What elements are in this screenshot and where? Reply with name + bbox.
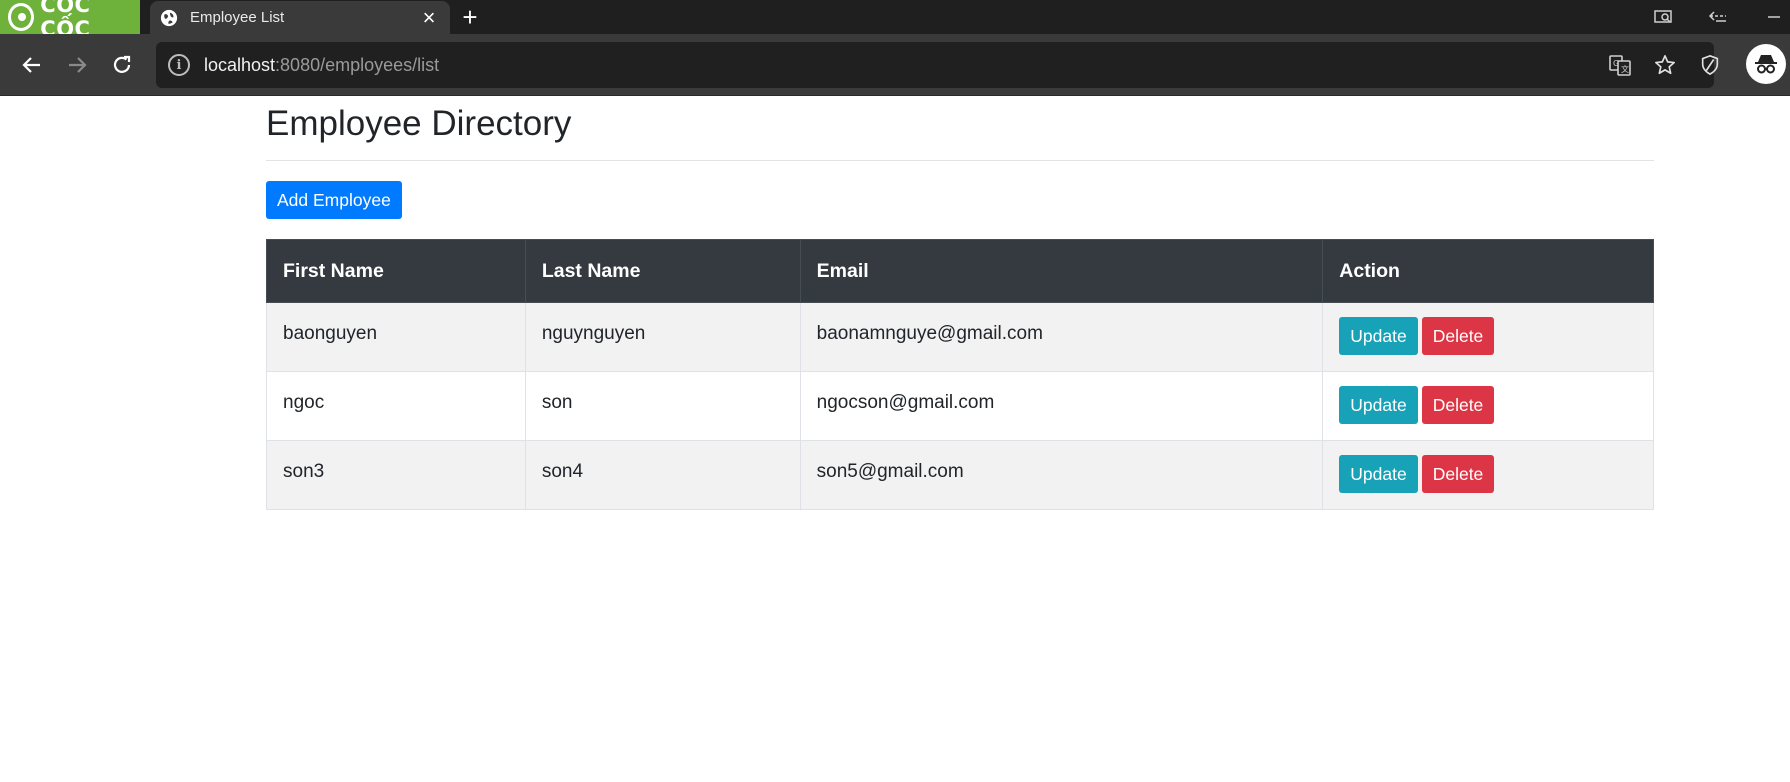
cell-action: Update Delete xyxy=(1322,440,1654,510)
cell-email: son5@gmail.com xyxy=(799,440,1324,510)
delete-button[interactable]: Delete xyxy=(1421,455,1495,493)
svg-text:G: G xyxy=(1613,59,1619,68)
url-host: localhost xyxy=(204,54,276,75)
title-divider xyxy=(266,160,1654,161)
minimize-icon[interactable] xyxy=(1760,6,1788,28)
page-title: Employee Directory xyxy=(266,104,572,143)
delete-button[interactable]: Delete xyxy=(1421,317,1495,355)
column-header-first-name: First Name xyxy=(266,239,526,303)
employee-table: First Name Last Name Email Action baongu… xyxy=(266,239,1654,510)
update-button[interactable]: Update xyxy=(1339,386,1418,424)
table-row: ngoc son ngocson@gmail.com Update Delete xyxy=(266,371,1654,441)
reload-icon[interactable] xyxy=(106,49,138,81)
url-path: :8080/employees/list xyxy=(275,54,440,75)
cell-email: baonamnguye@gmail.com xyxy=(799,302,1324,372)
tab-close-icon[interactable]: × xyxy=(418,6,440,29)
translate-icon[interactable]: G文 xyxy=(1608,53,1632,77)
forward-arrow-icon[interactable] xyxy=(61,49,93,81)
svg-text:文: 文 xyxy=(1621,64,1629,74)
page-content: Employee Directory Add Employee First Na… xyxy=(0,96,1790,782)
cell-email: ngocson@gmail.com xyxy=(799,371,1324,441)
site-info-icon[interactable]: i xyxy=(168,54,190,76)
cell-first-name: son3 xyxy=(266,440,526,510)
tab-title: Employee List xyxy=(190,9,285,26)
cell-first-name: baonguyen xyxy=(266,302,526,372)
main-container: Employee Directory Add Employee First Na… xyxy=(266,96,1654,510)
browser-tab-bar: CỐC CỐC Employee List × + xyxy=(0,0,1790,41)
cell-first-name: ngoc xyxy=(266,371,526,441)
cell-last-name: nguynguyen xyxy=(524,302,801,372)
incognito-profile-icon[interactable] xyxy=(1746,44,1786,84)
cell-action: Update Delete xyxy=(1322,302,1654,372)
back-arrow-icon[interactable] xyxy=(16,49,48,81)
table-row: son3 son4 son5@gmail.com Update Delete xyxy=(266,440,1654,510)
update-button[interactable]: Update xyxy=(1339,317,1418,355)
cell-last-name: son xyxy=(524,371,801,441)
bookmark-star-icon[interactable] xyxy=(1653,53,1677,77)
column-header-email: Email xyxy=(799,239,1324,303)
globe-icon xyxy=(160,9,178,26)
tab-search-icon[interactable] xyxy=(1650,6,1678,28)
update-button[interactable]: Update xyxy=(1339,455,1418,493)
browser-tab-active[interactable]: Employee List × xyxy=(150,1,450,34)
new-tab-icon[interactable]: + xyxy=(456,3,484,31)
address-bar[interactable]: i localhost:8080/employees/list G文 xyxy=(156,42,1719,88)
cell-last-name: son4 xyxy=(524,440,801,510)
cell-action: Update Delete xyxy=(1322,371,1654,441)
browser-brand[interactable]: CỐC CỐC xyxy=(0,0,140,41)
sidebar-toggle-icon[interactable] xyxy=(1704,6,1732,28)
column-header-action: Action xyxy=(1322,239,1654,303)
add-employee-button[interactable]: Add Employee xyxy=(266,181,402,219)
delete-button[interactable]: Delete xyxy=(1421,386,1495,424)
coccoc-logo-icon xyxy=(8,3,35,31)
column-header-last-name: Last Name xyxy=(524,239,801,303)
browser-toolbar: i localhost:8080/employees/list G文 xyxy=(0,34,1790,96)
shield-icon[interactable] xyxy=(1698,53,1722,77)
table-header-row: First Name Last Name Email Action xyxy=(266,239,1654,303)
table-row: baonguyen nguynguyen baonamnguye@gmail.c… xyxy=(266,302,1654,372)
